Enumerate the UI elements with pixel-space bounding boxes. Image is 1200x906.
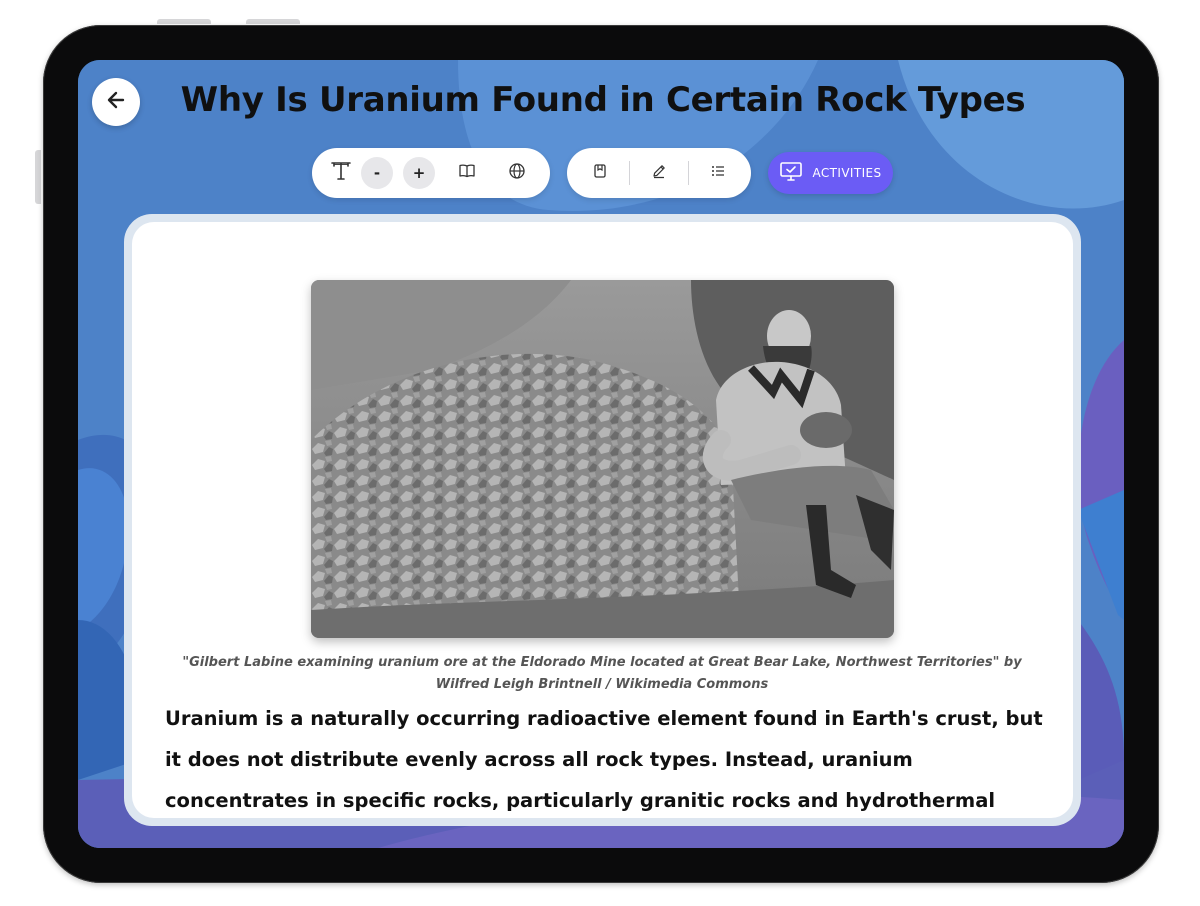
globe-icon xyxy=(508,162,526,184)
photo-caption: "Gilbert Labine examining uranium ore at… xyxy=(172,652,1032,696)
device-button-top-2 xyxy=(246,19,300,24)
text-size-icon xyxy=(329,159,353,187)
device-button-top-1 xyxy=(157,19,211,24)
back-button[interactable] xyxy=(92,78,140,126)
pencil-icon xyxy=(651,163,667,183)
arrow-left-icon xyxy=(105,89,127,115)
page-title: Why Is Uranium Found in Certain Rock Typ… xyxy=(180,80,1026,120)
bookmark-icon xyxy=(592,163,608,183)
article-paragraph: Uranium is a naturally occurring radioac… xyxy=(165,707,1043,812)
list-icon xyxy=(710,163,726,183)
app-screen: Why Is Uranium Found in Certain Rock Typ… xyxy=(78,60,1124,848)
reading-tools-group: - + xyxy=(312,148,550,198)
device-button-side xyxy=(35,150,41,204)
ore-photo-illustration xyxy=(311,280,894,638)
activities-button[interactable]: ACTIVITIES xyxy=(768,152,893,194)
annotate-button[interactable] xyxy=(646,160,672,186)
open-book-icon xyxy=(458,162,476,184)
dictionary-button[interactable] xyxy=(454,160,480,186)
monitor-check-icon xyxy=(779,161,803,186)
activities-label: ACTIVITIES xyxy=(812,166,882,180)
caption-line-2: Wilfred Leigh Brintnell / Wikimedia Comm… xyxy=(435,677,769,692)
bookmark-button[interactable] xyxy=(587,160,613,186)
text-size-button[interactable] xyxy=(328,160,354,186)
outline-button[interactable] xyxy=(705,160,731,186)
decrease-text-button[interactable]: - xyxy=(361,157,393,189)
annotation-tools-group xyxy=(567,148,751,198)
article-photo xyxy=(311,280,894,638)
increase-text-button[interactable]: + xyxy=(403,157,435,189)
toolbar-divider xyxy=(629,161,630,185)
caption-line-1: "Gilbert Labine examining uranium ore at… xyxy=(182,655,1022,670)
article-card: "Gilbert Labine examining uranium ore at… xyxy=(132,222,1073,818)
toolbar-divider xyxy=(688,161,689,185)
translate-button[interactable] xyxy=(504,160,530,186)
